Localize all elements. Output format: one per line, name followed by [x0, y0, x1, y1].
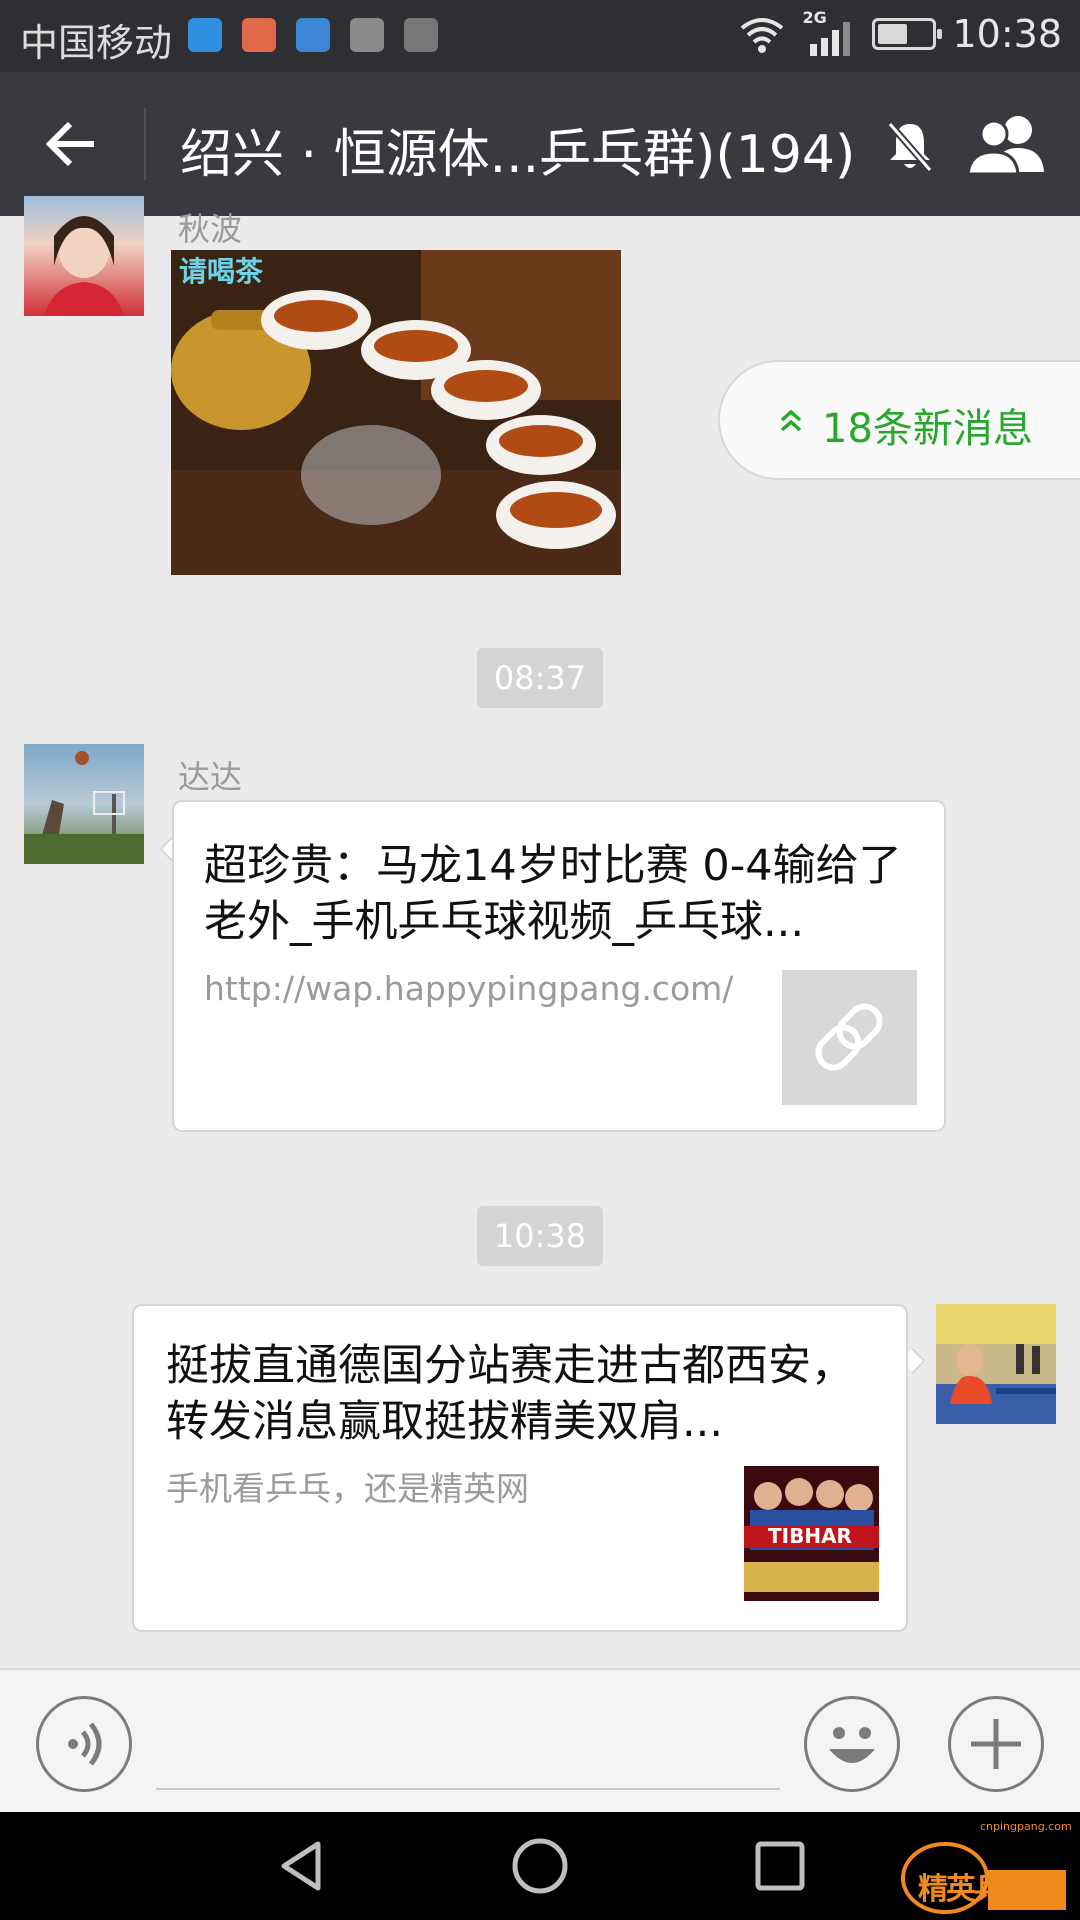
new-messages-button[interactable]: 18条新消息 — [718, 360, 1080, 480]
cellular-signal-icon: 2G — [802, 8, 856, 58]
wechat-chat-screen: 中国移动 2G 10:38 绍兴 · 恒源体...乒乓群)(194) 秋波 请喝… — [0, 0, 1080, 1920]
link-url: http://wap.happypingpang.com/media/detai… — [204, 969, 734, 1008]
double-chevron-up-icon — [780, 409, 802, 432]
link-card-message-outgoing[interactable]: 挺拔直通德国分站赛走进古都西安，转发消息赢取挺拔精美双肩... 手机看乒乓，还是… — [132, 1304, 908, 1632]
link-card-message[interactable]: 超珍贵：马龙14岁时比赛 0-4输给了老外_手机乒乓球视频_乒乓球... htt… — [172, 800, 946, 1132]
site-watermark-logo: cnpingpang.com 精英乒乓网 — [900, 1818, 1072, 1918]
link-title: 超珍贵：马龙14岁时比赛 0-4输给了老外_手机乒乓球视频_乒乓球... — [204, 841, 902, 947]
system-navigation-bar: cnpingpang.com 精英乒乓网 — [0, 1812, 1080, 1920]
voice-button[interactable] — [36, 1696, 132, 1792]
timestamp-chip: 08:37 — [477, 648, 603, 708]
timestamp-chip: 10:38 — [477, 1206, 603, 1266]
status-bar: 中国移动 2G 10:38 — [0, 0, 1080, 72]
plus-icon — [971, 1719, 1021, 1769]
new-messages-label: 18条新消息 — [822, 406, 1033, 452]
health-notification-icon — [296, 18, 330, 52]
message-input[interactable] — [156, 1788, 780, 1790]
image-notification-icon — [404, 18, 438, 52]
back-triangle-icon[interactable] — [270, 1834, 334, 1898]
gallery-notification-icon — [350, 18, 384, 52]
carrier-name: 中国移动 — [20, 21, 173, 65]
link-thumbnail — [782, 970, 917, 1105]
home-circle-icon[interactable] — [508, 1834, 572, 1898]
mail-notification-icon — [242, 18, 276, 52]
back-arrow-icon[interactable] — [36, 108, 108, 180]
avatar-self[interactable] — [936, 1304, 1056, 1424]
avatar-dada[interactable] — [24, 744, 144, 864]
mute-bell-icon — [887, 121, 933, 173]
voice-icon — [68, 1722, 102, 1766]
sender-name: 达达 — [178, 758, 243, 796]
chat-input-bar — [0, 1668, 1080, 1812]
avatar-qiubo[interactable] — [24, 196, 144, 316]
more-button[interactable] — [948, 1696, 1044, 1792]
watermark-url: cnpingpang.com — [980, 1820, 1072, 1833]
battery-icon — [872, 18, 943, 50]
image-caption-text: 请喝茶 — [179, 255, 264, 288]
emoji-icon — [829, 1727, 875, 1763]
chat-header: 绍兴 · 恒源体...乒乓群)(194) — [0, 72, 1080, 216]
thumbnail-brand-text: TIBHAR — [768, 1524, 852, 1548]
link-icon — [815, 1003, 883, 1071]
watermark-text: 精英乒乓网 — [918, 1872, 1060, 1907]
recents-square-icon[interactable] — [748, 1834, 812, 1898]
header-divider — [144, 108, 146, 180]
emoji-button[interactable] — [804, 1696, 900, 1792]
battery-level — [878, 24, 908, 44]
group-members-icon[interactable] — [962, 112, 1052, 176]
status-clock: 10:38 — [952, 12, 1062, 56]
link-title: 挺拔直通德国分站赛走进古都西安，转发消息赢取挺拔精美双肩... — [166, 1341, 854, 1447]
link-thumbnail: TIBHAR — [744, 1466, 879, 1601]
chat-title: 绍兴 · 恒源体...乒乓群)(194) — [180, 125, 856, 185]
app-notification-icon — [188, 18, 222, 52]
wifi-icon — [741, 18, 784, 53]
link-description: 手机看乒乓，还是精英网 — [166, 1469, 529, 1508]
tea-image[interactable]: 请喝茶 — [171, 250, 621, 575]
sender-name: 秋波 — [178, 210, 243, 248]
